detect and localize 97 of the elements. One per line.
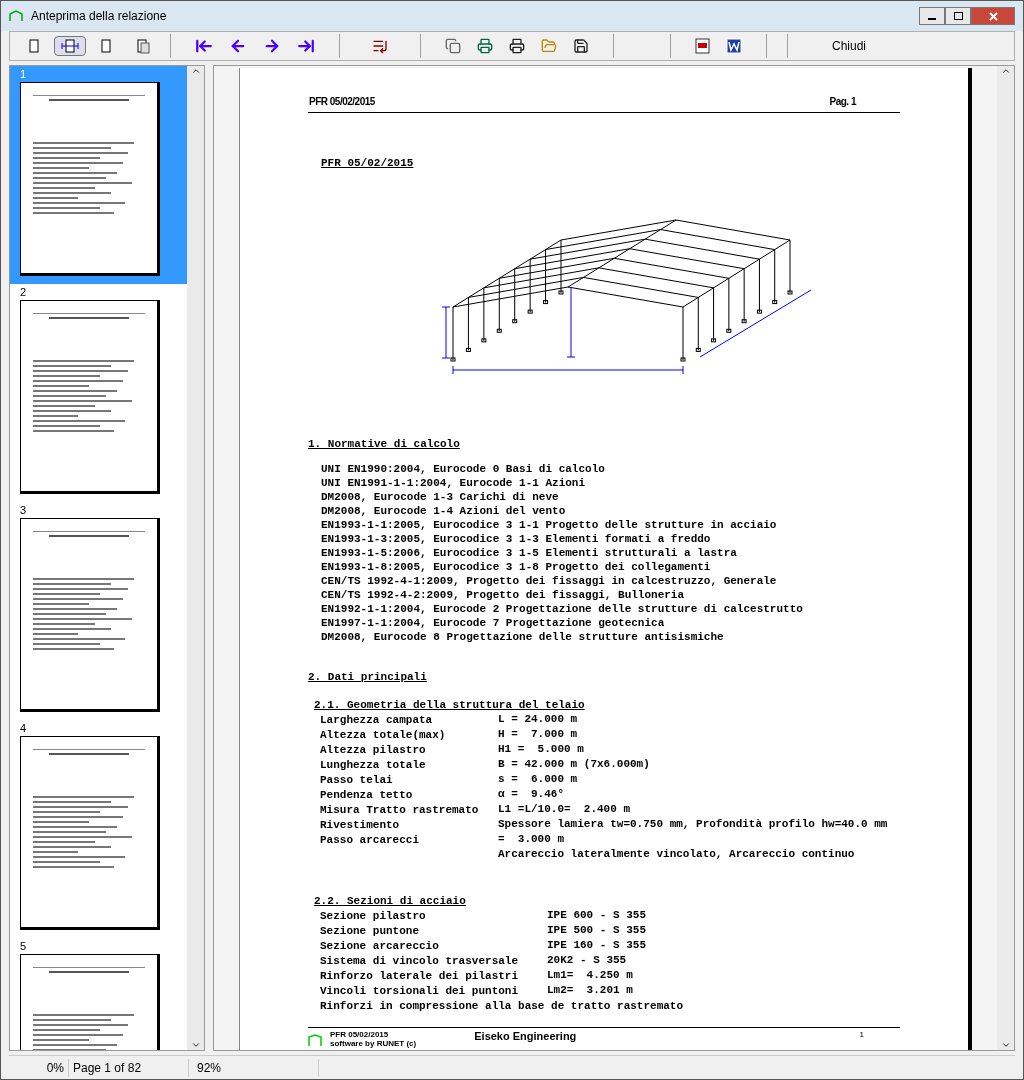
thumbnail-item[interactable]: 3 <box>10 502 187 720</box>
field-label: Sezione pilastro <box>320 910 426 922</box>
field-value: Arcareccio lateralmente vincolato, Arcareccio continuo <box>498 847 855 861</box>
field-label: Passo telai <box>320 774 393 786</box>
field-value: IPE 600 - S 355 <box>547 908 647 923</box>
field-label: Altezza totale(max) <box>320 729 446 741</box>
field-label: Sezione puntone <box>320 925 420 937</box>
subsection-heading: 2.2. Sezioni di acciaio <box>314 895 466 907</box>
window-title: Anteprima della relazione <box>31 8 167 25</box>
field-value: L1 =L/10.0= 2.400 m <box>498 802 631 817</box>
field-value: Lm1= 4.250 m <box>547 968 633 983</box>
field-value: IPE 500 - S 355 <box>547 923 647 938</box>
last-page-icon[interactable] <box>297 37 315 55</box>
footer-credit: software by RUNET (c) <box>330 1039 417 1048</box>
field-label: Pendenza tetto <box>320 789 413 801</box>
page-number: 4 <box>20 722 28 734</box>
subsection-heading: 2.1. Geometria della struttura del telaio <box>314 699 585 711</box>
scroll-down-icon[interactable] <box>1000 1040 1011 1050</box>
view-mode-button[interactable] <box>54 36 86 56</box>
standard-reference: DM2008, Eurocode 1-3 Carichi di neve <box>321 490 559 504</box>
previous-page-icon[interactable] <box>229 37 247 55</box>
scroll-up-icon[interactable] <box>1000 66 1011 76</box>
standard-reference: EN1993-1-3:2005, Eurocodice 3 1-3 Elementi formati a freddo <box>321 532 711 546</box>
scroll-down-icon[interactable] <box>190 1040 201 1050</box>
standard-reference: EN1993-1-1:2005, Eurocodice 3 1-1 Progetto delle strutture in acciaio <box>321 518 777 532</box>
close-icon <box>988 11 998 21</box>
footer-page-number: 1 <box>859 1030 864 1039</box>
field-label: Altezza pilastro <box>320 744 426 756</box>
standard-reference: EN1992-1-1:2004, Eurocode 2 Progettazione delle strutture di calcestrutto <box>321 602 803 616</box>
standard-reference: CEN/TS 1992-4-2:2009, Progetto dei fissaggi, Bulloneria <box>321 588 685 602</box>
standard-reference: EN1997-1-1:2004, Eurocode 7 Progettazione geotecnica <box>321 616 665 630</box>
thumbnail-item[interactable]: 2 <box>10 284 187 502</box>
field-value: IPE 160 - S 355 <box>547 938 647 953</box>
folder-icon[interactable] <box>541 38 557 54</box>
page-view-icon <box>60 38 80 54</box>
scrollbar[interactable] <box>187 66 204 1050</box>
zoom-status: 92% <box>197 1060 222 1075</box>
maximize-button[interactable] <box>945 7 971 25</box>
page-number: 2 <box>20 286 28 298</box>
page-number: 5 <box>20 940 28 952</box>
printer-setup-icon[interactable] <box>477 38 493 54</box>
page-status: Page 1 of 82 <box>73 1060 142 1075</box>
field-value: s = 6.000 m <box>498 772 578 787</box>
list-icon[interactable] <box>372 38 388 54</box>
field-label: Rinforzo laterale dei pilastri <box>320 970 519 982</box>
standard-reference: UNI EN1991-1-1:2004, Eurocode 1-1 Azioni <box>321 476 586 490</box>
progress-status: 0% <box>46 1060 64 1075</box>
field-value: H = 7.000 m <box>498 727 578 742</box>
field-label: Larghezza campata <box>320 714 433 726</box>
field-value: H1 = 5.000 m <box>498 742 584 757</box>
close-preview-button[interactable]: Chiudi <box>800 37 899 55</box>
pdf-document-icon[interactable] <box>695 38 710 54</box>
field-label: Sistema di vincolo trasversale <box>320 955 519 967</box>
minimize-button[interactable] <box>919 7 945 25</box>
save-icon[interactable] <box>573 38 589 54</box>
field-value: Lm2= 3.201 m <box>547 983 633 998</box>
field-label: Vincoli torsionali dei puntoni <box>320 985 519 997</box>
field-value: 20K2 - S 355 <box>547 953 627 968</box>
field-label: Rinforzi in compressione alla base de tratto rastremato <box>320 1000 684 1012</box>
page-header-number: Pag. 1 <box>829 95 856 109</box>
section-heading: 2. Dati principali <box>308 671 427 683</box>
scrollbar[interactable] <box>997 66 1014 1050</box>
first-page-icon[interactable] <box>195 37 213 55</box>
field-label: Misura Tratto rastremato <box>320 804 479 816</box>
field-value: Spessore lamiera tw=0.750 mm, Profondità profilo hw=40.0 mm <box>498 817 888 832</box>
page-header-title: PFR 05/02/2015 <box>309 95 375 109</box>
section-heading: 1. Normative di calcolo <box>308 438 460 450</box>
field-label: Passo arcarecci <box>320 834 420 846</box>
report-title: PFR 05/02/2015 <box>321 157 414 169</box>
field-value: α = 9.46° <box>498 787 564 802</box>
standard-reference: UNI EN1990:2004, Eurocode 0 Basi di calcolo <box>321 462 605 476</box>
footer-company: Eiseko Engineering <box>474 1030 577 1042</box>
standard-reference: DM2008, Eurocode 8 Progettazione delle strutture antisismiche <box>321 630 724 644</box>
page-number: 1 <box>20 68 28 80</box>
close-button[interactable] <box>971 7 1015 25</box>
logo-icon <box>308 1034 322 1046</box>
thumbnail-item[interactable]: 5 <box>10 938 187 1050</box>
standard-reference: CEN/TS 1992-4-1:2009, Progetto dei fissaggi in calcestruzzo, Generale <box>321 574 777 588</box>
maximize-icon <box>953 12 963 20</box>
copy-icon[interactable] <box>445 38 461 54</box>
word-document-icon[interactable] <box>726 38 742 54</box>
next-page-icon[interactable] <box>263 37 281 55</box>
field-value: = 3.000 m <box>498 832 564 847</box>
scroll-up-icon[interactable] <box>190 66 201 76</box>
thumbnail-item[interactable]: 4 <box>10 720 187 938</box>
footer-date: PFR 05/02/2015 <box>330 1030 390 1039</box>
frame-icon <box>9 10 23 22</box>
field-label: Lunghezza totale <box>320 759 426 771</box>
print-icon[interactable] <box>509 38 525 54</box>
field-label: Sezione arcareccio <box>320 940 439 952</box>
standard-reference: EN1993-1-5:2006, Eurocodice 3 1-5 Elementi strutturali a lastra <box>321 546 737 560</box>
field-value: B = 42.000 m (7x6.000m) <box>498 757 650 772</box>
page-number: 3 <box>20 504 28 516</box>
standard-reference: DM2008, Eurocode 1-4 Azioni del vento <box>321 504 566 518</box>
field-label: Rivestimento <box>320 819 400 831</box>
field-value: L = 24.000 m <box>498 712 578 727</box>
standard-reference: EN1993-1-8:2005, Eurocodice 3 1-8 Progetto dei collegamenti <box>321 560 711 574</box>
